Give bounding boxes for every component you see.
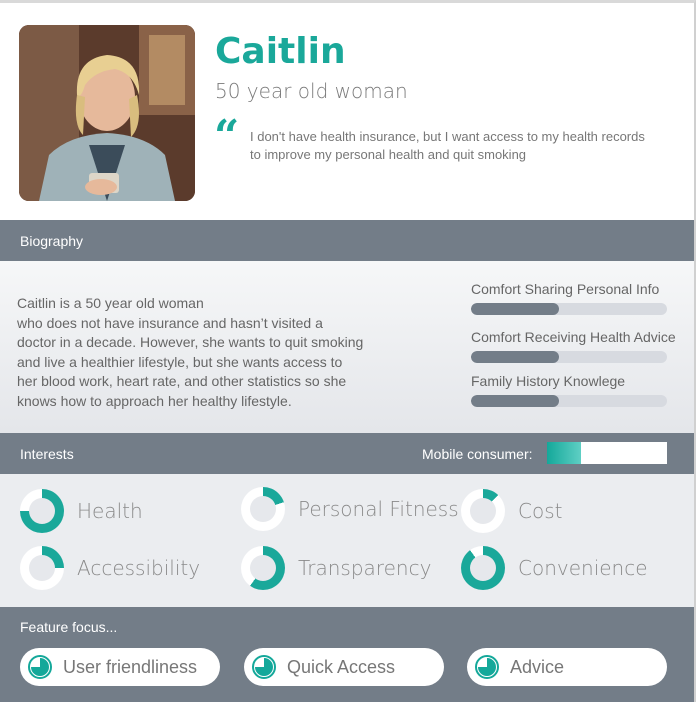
interest-label: Cost: [518, 499, 563, 523]
donut-icon: [241, 487, 285, 531]
metric-track: [471, 351, 667, 363]
pie-quarter-icon: [28, 655, 52, 679]
feature-user-friendliness: User friendliness: [20, 648, 220, 686]
mobile-consumer-fill: [547, 442, 581, 464]
biography-text: Caitlin is a 50 year old woman who does …: [17, 295, 364, 409]
interest-label: Transparency: [298, 556, 432, 580]
persona-quote: I don't have health insurance, but I wan…: [250, 129, 645, 162]
donut-icon: [20, 489, 64, 533]
mobile-consumer-label: Mobile consumer:: [422, 446, 533, 462]
persona-subtitle: 50 year old woman: [215, 79, 408, 103]
persona-name: Caitlin: [215, 31, 346, 72]
metric-sharing: Comfort Sharing Personal Info: [471, 281, 694, 315]
interest-label: Accessibility: [77, 556, 201, 580]
biography-heading: Biography: [20, 233, 84, 249]
metric-label: Family History Knowlege: [471, 373, 626, 389]
feature-label: Quick Access: [287, 657, 396, 677]
metric-label: Comfort Sharing Personal Info: [471, 281, 660, 297]
metric-fill: [471, 351, 560, 363]
interests-heading: Interests: [20, 446, 74, 462]
interest-label: Convenience: [518, 556, 648, 580]
mobile-consumer-bar: [547, 442, 667, 464]
interests-section: Health Personal Fitness Cost Accessibili…: [0, 474, 694, 607]
feature-quick-access: Quick Access: [244, 648, 444, 686]
donut-icon: [241, 546, 285, 590]
donut-icon: [461, 546, 505, 590]
metric-family-history: Family History Knowlege: [471, 373, 694, 407]
metric-label: Comfort Receiving Health Advice: [471, 329, 676, 345]
donut-icon: [461, 489, 505, 533]
feature-advice: Advice: [467, 648, 667, 686]
donut-icon: [20, 546, 64, 590]
feature-focus-heading: Feature focus...: [20, 619, 118, 635]
feature-focus-section: Feature focus... User friendliness Quick…: [0, 607, 694, 702]
quote-icon: “: [214, 111, 240, 162]
feature-label: User friendliness: [63, 657, 198, 677]
profile-header: Caitlin 50 year old woman “ I don't have…: [0, 3, 694, 219]
interest-label: Health: [77, 499, 143, 523]
metric-track: [471, 303, 667, 315]
interests-header: Interests Mobile consumer:: [0, 433, 694, 474]
pie-quarter-icon: [475, 655, 499, 679]
metric-advice: Comfort Receiving Health Advice: [471, 329, 694, 363]
metric-fill: [471, 303, 560, 315]
feature-label: Advice: [510, 657, 565, 677]
metric-track: [471, 395, 667, 407]
interest-label: Personal Fitness: [298, 497, 459, 521]
biography-header: Biography: [0, 220, 694, 261]
persona-card: Caitlin 50 year old woman “ I don't have…: [0, 0, 696, 702]
metric-fill: [471, 395, 560, 407]
pie-quarter-icon: [252, 655, 276, 679]
profile-photo: [19, 25, 195, 201]
biography-section: Caitlin is a 50 year old woman who does …: [0, 261, 694, 433]
